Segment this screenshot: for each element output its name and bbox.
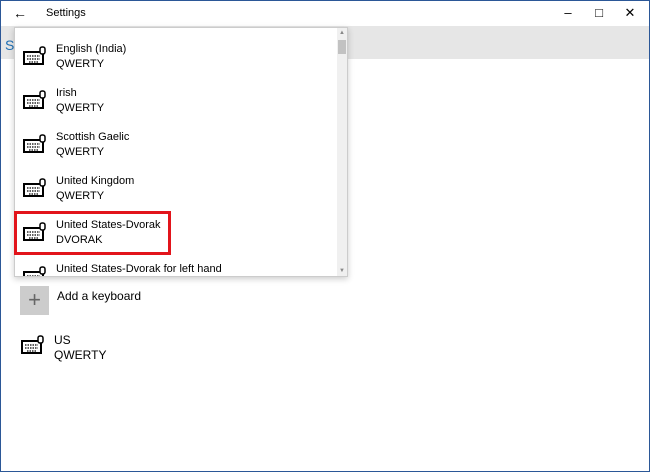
add-keyboard-label[interactable]: Add a keyboard [57,289,141,303]
add-keyboard-button[interactable]: + [20,286,49,315]
page-title: S [5,37,15,53]
keyboard-icon [21,335,44,354]
keyboard-layout: QWERTY [56,146,105,158]
keyboard-icon [23,134,46,153]
keyboard-icon [23,46,46,65]
scrollbar[interactable]: ▲ ▼ [337,28,347,276]
plus-icon: + [28,287,41,312]
installed-keyboard-us[interactable]: US QWERTY [1,331,201,371]
keyboard-name: English (India) [56,43,127,55]
keyboard-icon [23,266,46,276]
keyboard-name: United States-Dvorak for left hand [56,263,222,275]
title-bar: ← Settings – □ ✕ [1,1,649,26]
keyboard-name: United Kingdom [56,175,135,187]
keyboard-option[interactable]: United States-Dvorak for left hand [15,256,337,276]
keyboard-option[interactable]: United Kingdom QWERTY [15,168,337,212]
scroll-down-arrow[interactable]: ▼ [337,268,347,274]
keyboard-name: US [54,333,71,347]
keyboard-icon [23,90,46,109]
keyboard-layout: QWERTY [54,348,107,362]
keyboard-layout: QWERTY [56,58,105,70]
highlight-box [14,211,171,255]
keyboard-name: Scottish Gaelic [56,131,130,143]
back-button[interactable]: ← [11,4,29,22]
maximize-button[interactable]: □ [584,3,614,23]
minimize-button[interactable]: – [553,3,583,23]
settings-window: ← Settings – □ ✕ S + Add a keyboard US Q… [0,0,650,472]
keyboard-name: Irish [56,87,77,99]
keyboard-layout: QWERTY [56,190,105,202]
scroll-up-arrow[interactable]: ▲ [337,30,347,36]
scrollbar-thumb[interactable] [338,40,346,54]
keyboard-icon [23,178,46,197]
keyboard-option[interactable]: Scottish Gaelic QWERTY [15,124,337,168]
keyboard-option[interactable]: Irish QWERTY [15,80,337,124]
keyboard-option[interactable]: English (India) QWERTY [15,36,337,80]
window-title: Settings [46,7,86,19]
keyboard-layout: QWERTY [56,102,105,114]
close-button[interactable]: ✕ [615,3,645,23]
